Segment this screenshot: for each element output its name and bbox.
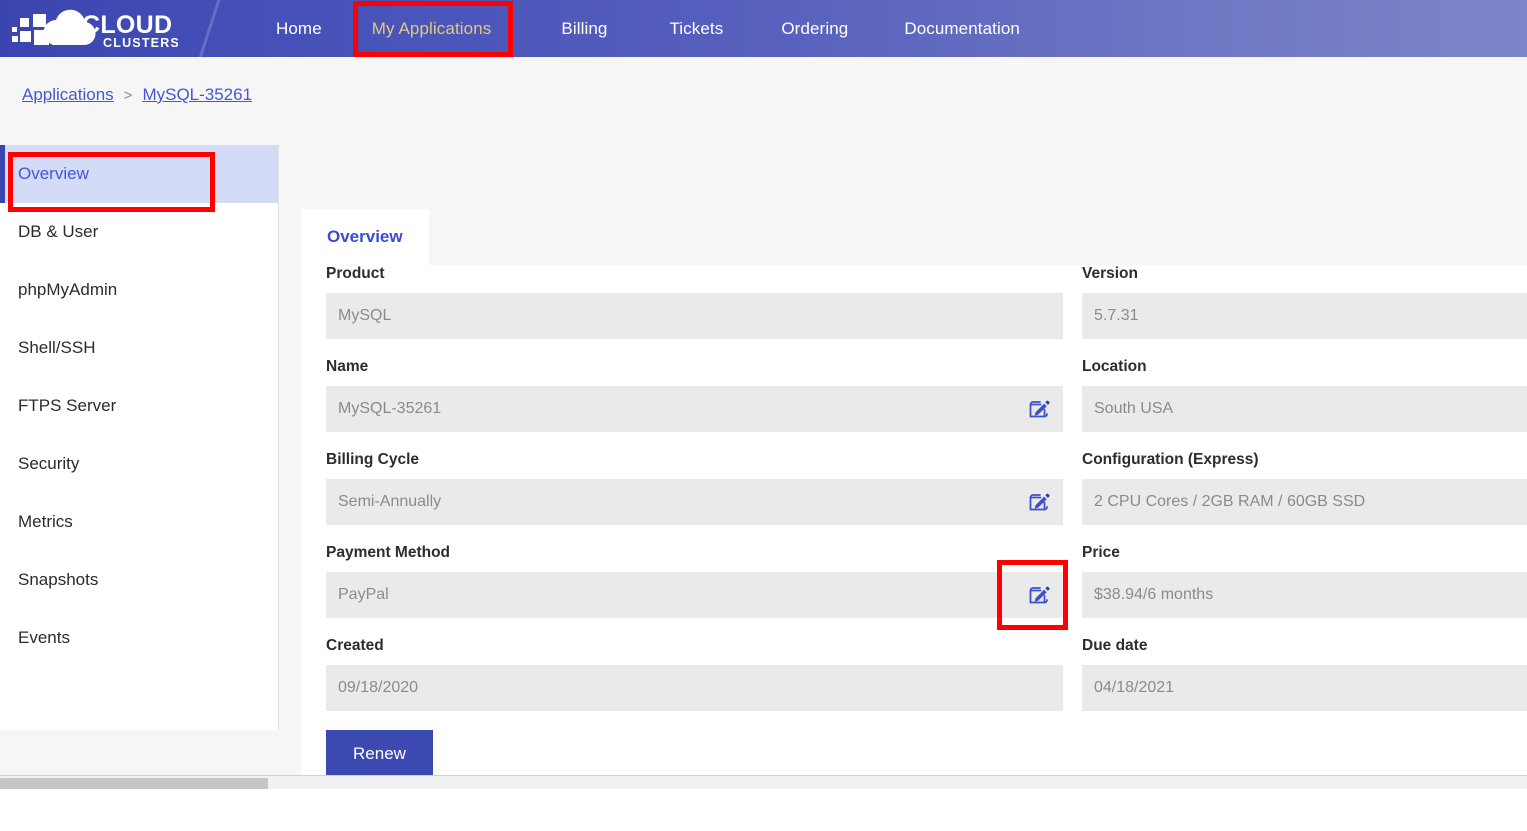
field-box-billing-cycle: Semi-Annually	[326, 479, 1063, 525]
sidebar-item-db-user[interactable]: DB & User	[0, 203, 278, 261]
breadcrumb-link-applications[interactable]: Applications	[22, 85, 114, 104]
field-value-name: MySQL-35261	[338, 386, 441, 432]
edit-pencil-icon-name[interactable]	[1027, 397, 1051, 421]
sidebar-item-shell-ssh[interactable]: Shell/SSH	[0, 319, 278, 377]
tab-overview[interactable]: Overview	[301, 209, 429, 265]
edit-pencil-icon-billing-cycle[interactable]	[1027, 490, 1051, 514]
svg-text:CLOUD: CLOUD	[82, 11, 172, 39]
edit-pencil-icon-payment-method[interactable]	[1027, 583, 1051, 607]
field-value-product: MySQL	[338, 293, 391, 339]
breadcrumb-link-current[interactable]: MySQL-35261	[142, 85, 252, 104]
field-billing-cycle: Billing Cycle Semi-Annually	[326, 451, 1063, 525]
tab-strip: Overview	[301, 209, 1527, 265]
field-label-due-date: Due date	[1082, 637, 1527, 655]
field-value-due-date: 04/18/2021	[1094, 665, 1174, 711]
breadcrumb-separator: >	[124, 87, 133, 104]
nav-item-billing[interactable]: Billing	[537, 0, 631, 57]
field-box-price: $38.94/6 months	[1082, 572, 1527, 618]
field-label-price: Price	[1082, 544, 1527, 562]
sidebar-item-phpmyadmin[interactable]: phpMyAdmin	[0, 261, 278, 319]
page-body: Applications > MySQL-35261 Overview DB & U…	[0, 57, 1527, 789]
form-column-right: Version 5.7.31 Location South USA Config…	[1082, 265, 1527, 730]
brand-logo[interactable]: CLOUD CLUSTERS	[0, 6, 178, 52]
field-label-configuration: Configuration (Express)	[1082, 451, 1527, 469]
svg-text:CLUSTERS: CLUSTERS	[103, 36, 178, 50]
field-value-billing-cycle: Semi-Annually	[338, 479, 441, 525]
cloud-clusters-logo-icon: CLOUD CLUSTERS	[10, 6, 178, 52]
field-value-configuration: 2 CPU Cores / 2GB RAM / 60GB SSD	[1094, 479, 1365, 525]
content-panel: Overview Product MySQL Name MySQL-35261	[301, 209, 1527, 831]
field-label-payment-method: Payment Method	[326, 544, 1063, 562]
field-box-location: South USA	[1082, 386, 1527, 432]
field-box-due-date: 04/18/2021	[1082, 665, 1527, 711]
field-label-version: Version	[1082, 265, 1527, 283]
field-created: Created 09/18/2020	[326, 637, 1063, 711]
field-label-name: Name	[326, 358, 1063, 376]
sidebar-item-events[interactable]: Events	[0, 609, 278, 667]
field-label-billing-cycle: Billing Cycle	[326, 451, 1063, 469]
sidebar-item-overview[interactable]: Overview	[0, 145, 278, 203]
field-price: Price $38.94/6 months	[1082, 544, 1527, 618]
field-box-configuration: 2 CPU Cores / 2GB RAM / 60GB SSD	[1082, 479, 1527, 525]
nav-item-tickets[interactable]: Tickets	[645, 0, 747, 57]
field-location: Location South USA	[1082, 358, 1527, 432]
sidebar-item-ftps-server[interactable]: FTPS Server	[0, 377, 278, 435]
field-version: Version 5.7.31	[1082, 265, 1527, 339]
field-label-created: Created	[326, 637, 1063, 655]
navbar-menu: Home My Applications Billing Tickets Ord…	[248, 0, 1044, 57]
overview-form: Product MySQL Name MySQL-35261	[301, 265, 1527, 831]
field-box-created: 09/18/2020	[326, 665, 1063, 711]
sidebar-item-metrics[interactable]: Metrics	[0, 493, 278, 551]
nav-item-documentation[interactable]: Documentation	[880, 0, 1044, 57]
field-value-version: 5.7.31	[1094, 293, 1138, 339]
field-value-created: 09/18/2020	[338, 665, 418, 711]
field-due-date: Due date 04/18/2021	[1082, 637, 1527, 711]
sidebar-item-snapshots[interactable]: Snapshots	[0, 551, 278, 609]
field-value-payment-method: PayPal	[338, 572, 389, 618]
field-payment-method: Payment Method PayPal	[326, 544, 1063, 618]
top-navbar: CLOUD CLUSTERS Home My Applications Bill…	[0, 0, 1527, 57]
field-label-product: Product	[326, 265, 1063, 283]
navbar-divider-slash	[178, 0, 248, 57]
field-product: Product MySQL	[326, 265, 1063, 339]
field-box-name: MySQL-35261	[326, 386, 1063, 432]
renew-button[interactable]: Renew	[326, 730, 433, 778]
sidebar: Overview DB & User phpMyAdmin Shell/SSH …	[0, 145, 279, 730]
sidebar-item-security[interactable]: Security	[0, 435, 278, 493]
field-configuration: Configuration (Express) 2 CPU Cores / 2G…	[1082, 451, 1527, 525]
form-column-left: Product MySQL Name MySQL-35261	[326, 265, 1063, 778]
nav-item-my-applications[interactable]: My Applications	[346, 0, 518, 57]
field-name: Name MySQL-35261	[326, 358, 1063, 432]
field-box-version: 5.7.31	[1082, 293, 1527, 339]
field-value-price: $38.94/6 months	[1094, 572, 1213, 618]
horizontal-scrollbar-thumb[interactable]	[0, 778, 268, 789]
nav-item-ordering[interactable]: Ordering	[757, 0, 872, 57]
breadcrumb: Applications > MySQL-35261	[22, 85, 252, 105]
field-value-location: South USA	[1094, 386, 1173, 432]
nav-item-home[interactable]: Home	[252, 0, 346, 57]
horizontal-scrollbar[interactable]	[0, 775, 1527, 789]
field-label-location: Location	[1082, 358, 1527, 376]
field-box-product: MySQL	[326, 293, 1063, 339]
field-box-payment-method: PayPal	[326, 572, 1063, 618]
